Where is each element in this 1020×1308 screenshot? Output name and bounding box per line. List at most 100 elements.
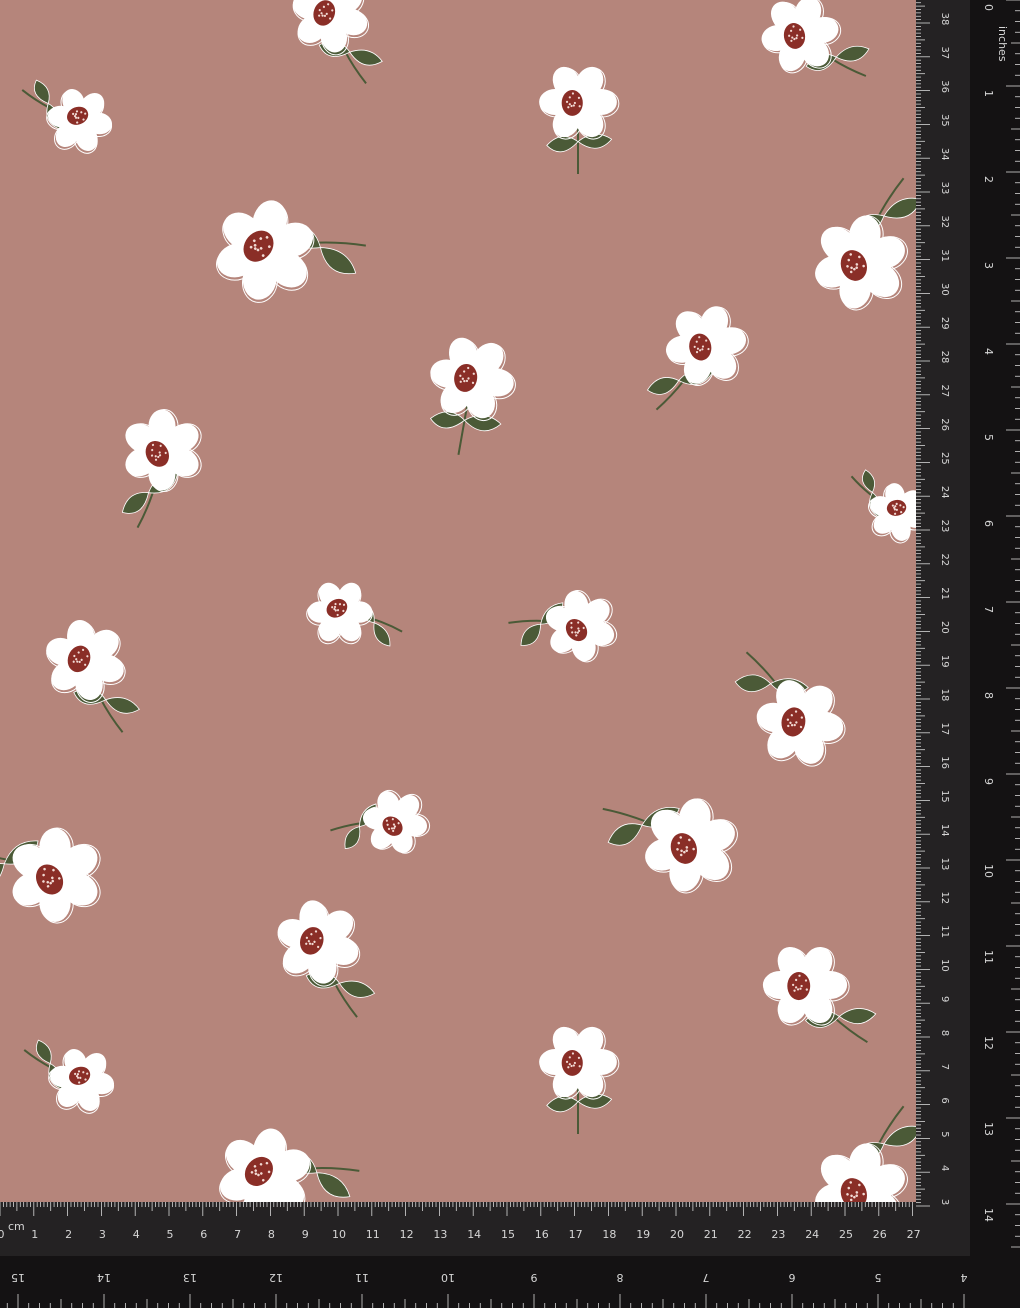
ruler-cm-label: 23 — [771, 1228, 785, 1241]
ruler-cm-label: 12 — [939, 891, 950, 904]
ruler-inch-label: 14 — [97, 1271, 111, 1284]
ruler-cm-label: 36 — [939, 80, 950, 93]
ruler-cm-label: 21 — [704, 1228, 718, 1241]
right-ruler-unit-label: inches — [996, 26, 1009, 62]
ruler-cm-label: 34 — [939, 148, 950, 161]
center-dot — [568, 1056, 571, 1059]
ruler-inch-label: 2 — [982, 176, 995, 183]
ruler-inch-label: 15 — [11, 1271, 25, 1284]
ruler-cm-label: 16 — [939, 756, 950, 769]
ruler-inch-label: 5 — [982, 434, 995, 441]
center-dot — [577, 1056, 581, 1059]
ruler-cm-label: 17 — [569, 1228, 583, 1241]
ruler-cm-label: 3 — [939, 1199, 950, 1205]
ruler-inch-label: 1 — [982, 90, 995, 97]
center-dot — [571, 1052, 575, 1055]
ruler-cm-label: 19 — [939, 655, 950, 668]
center-dot — [804, 979, 808, 982]
center-dot — [565, 1060, 569, 1063]
ruler-cm-label: 27 — [907, 1228, 921, 1241]
ruler-cm-label: 5 — [939, 1131, 950, 1137]
ruler-cm-label: 6 — [200, 1228, 207, 1241]
center-dot — [571, 92, 575, 95]
ruler-cm-label: 26 — [939, 418, 950, 431]
center-dot — [798, 974, 801, 977]
center-dot — [577, 96, 581, 99]
ruler-cm-label: 4 — [133, 1228, 140, 1241]
ruler-inch-label: 0 — [982, 4, 995, 11]
center-dot — [568, 96, 571, 99]
center-dot — [570, 1064, 573, 1068]
ruler-cm-label: 1 — [31, 1228, 38, 1241]
ruler-cm-label: 0 — [0, 1228, 5, 1241]
ruler-cm-label: 7 — [234, 1228, 241, 1241]
ruler-inch-label: 5 — [875, 1271, 882, 1284]
center-dot — [568, 103, 571, 106]
ruler-inch-label: 12 — [982, 1036, 995, 1050]
ruler-cm-label: 12 — [400, 1228, 414, 1241]
ruler-cm-label: 18 — [602, 1228, 616, 1241]
fabric-pattern-preview: 3837363534333231302928272625242322212019… — [0, 0, 1020, 1308]
ruler-inch-label: 10 — [441, 1271, 455, 1284]
pattern-background — [0, 0, 1020, 1308]
ruler-inch-label: 12 — [269, 1271, 283, 1284]
ruler-cm-label: 8 — [268, 1228, 275, 1241]
ruler-cm-label: 24 — [805, 1228, 819, 1241]
ruler-cm-label: 23 — [939, 520, 950, 533]
ruler-cm-label: 15 — [939, 790, 950, 803]
ruler-inch-label: 4 — [961, 1271, 968, 1284]
ruler-cm-label: 8 — [939, 1030, 950, 1036]
ruler-cm-label: 11 — [939, 925, 950, 938]
ruler-cm-label: 27 — [939, 384, 950, 397]
ruler-cm-label: 17 — [939, 722, 950, 735]
ruler-cm-label: 22 — [738, 1228, 752, 1241]
ruler-inch-label: 14 — [982, 1208, 995, 1222]
ruler-cm-label: 29 — [939, 317, 950, 330]
center-dot — [805, 988, 808, 991]
center-dot — [567, 106, 570, 109]
center-dot — [578, 105, 581, 108]
ruler-cm-label: 2 — [65, 1228, 72, 1241]
center-dot — [794, 978, 798, 982]
right-ruler: 3837363534333231302928272625242322212019… — [916, 0, 1020, 1308]
bottom-ruler-unit-label: cm — [8, 1220, 25, 1233]
ruler-cm-label: 26 — [873, 1228, 887, 1241]
ruler-inch-label: 8 — [617, 1271, 624, 1284]
ruler-cm-label: 33 — [939, 182, 950, 195]
ruler-inch-label: 11 — [355, 1271, 369, 1284]
center-dot — [791, 983, 795, 986]
ruler-cm-label: 9 — [302, 1228, 309, 1241]
center-dot — [578, 1065, 581, 1068]
center-dot — [568, 1063, 571, 1066]
center-dot — [572, 1064, 575, 1067]
ruler-cm-label: 35 — [939, 114, 950, 127]
center-dot — [799, 987, 802, 990]
center-dot — [794, 986, 798, 989]
ruler-inch-label: 11 — [982, 950, 995, 964]
ruler-cm-label: 19 — [636, 1228, 650, 1241]
ruler-cm-label: 28 — [939, 351, 950, 364]
ruler-cm-label: 14 — [939, 824, 950, 837]
center-dot — [796, 988, 800, 991]
ruler-inch-label: 4 — [982, 348, 995, 355]
center-dot — [793, 989, 796, 992]
center-dot — [800, 984, 803, 988]
ruler-inch-label: 6 — [789, 1271, 796, 1284]
ruler-cm-label: 15 — [501, 1228, 515, 1241]
ruler-cm-label: 13 — [939, 858, 950, 871]
ruler-cm-label: 11 — [366, 1228, 380, 1241]
ruler-cm-label: 13 — [433, 1228, 447, 1241]
ruler-cm-label: 25 — [939, 452, 950, 465]
ruler-cm-label: 31 — [939, 249, 950, 262]
ruler-inch-label: 9 — [531, 1271, 538, 1284]
ruler-inch-label: 3 — [982, 262, 995, 269]
ruler-inch-label: 7 — [703, 1271, 710, 1284]
ruler-cm-label: 25 — [839, 1228, 853, 1241]
ruler-cm-label: 10 — [332, 1228, 346, 1241]
ruler-cm-label: 18 — [939, 689, 950, 702]
ruler-cm-label: 21 — [939, 587, 950, 600]
ruler-cm-label: 22 — [939, 553, 950, 566]
ruler-inch-label: 7 — [982, 606, 995, 613]
ruler-cm-label: 16 — [535, 1228, 549, 1241]
ruler-cm-label: 7 — [939, 1064, 950, 1070]
